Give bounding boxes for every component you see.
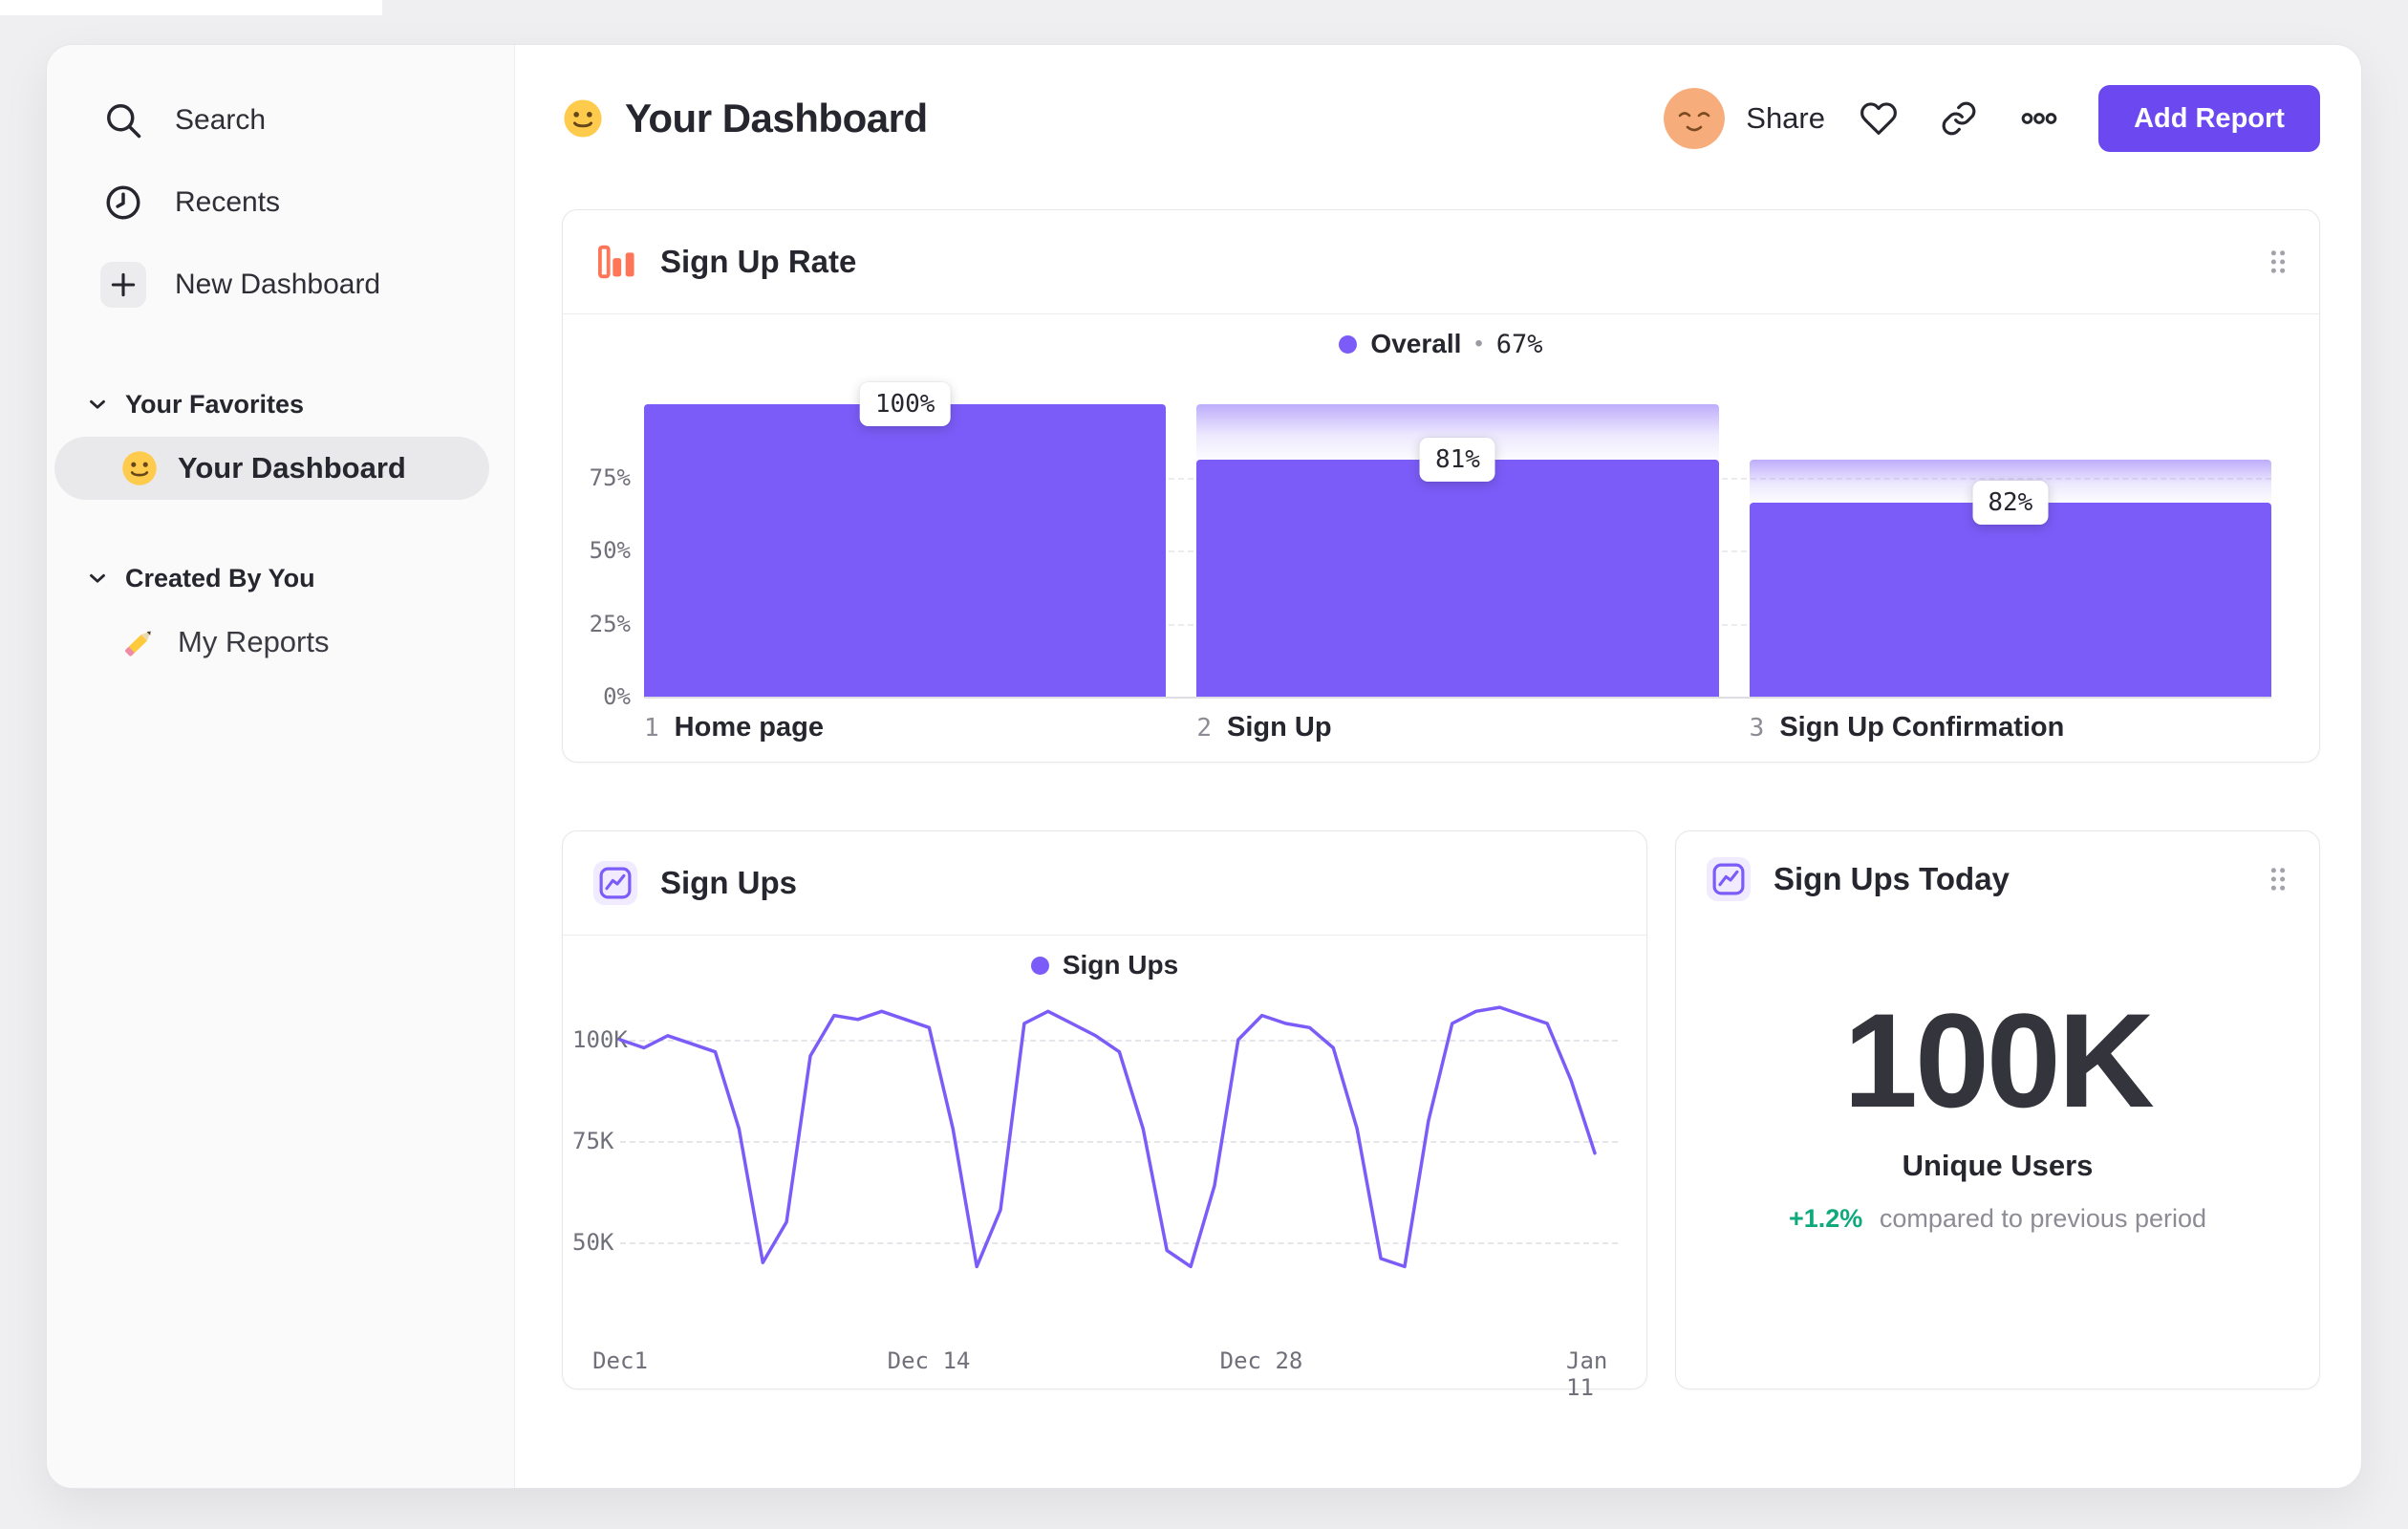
favorite-heart-button[interactable]: [1852, 92, 1905, 145]
line-chart-icon: [1707, 857, 1751, 901]
funnel-bar-sign-up-confirmation[interactable]: 82%: [1749, 404, 2271, 697]
sign-ups-card: Sign Ups Sign Ups 100K 75K 50K Dec1 Dec …: [562, 830, 1647, 1401]
background-artifact: [0, 0, 382, 15]
legend-value: 67%: [1495, 329, 1543, 359]
ellipsis-icon: [2021, 113, 2057, 124]
more-options-button[interactable]: [2012, 92, 2066, 145]
stat-body: 100K Unique Users +1.2% compared to prev…: [1676, 994, 2319, 1234]
drag-handle-icon[interactable]: [2264, 862, 2292, 896]
sign-up-rate-card: Sign Up Rate Overall • 67% 75% 50% 25% 0…: [562, 209, 2320, 763]
share-button[interactable]: Share: [1746, 101, 1825, 136]
section-created-by-you[interactable]: Created By You: [47, 557, 514, 599]
sidebar-item-label: New Dashboard: [175, 269, 381, 300]
legend-dot: [1030, 956, 1049, 975]
plus-icon: [100, 262, 146, 308]
clock-icon: [100, 180, 146, 226]
bottom-cards-row: Sign Ups Sign Ups 100K 75K 50K Dec1 Dec …: [562, 830, 2320, 1401]
legend-dot: [1339, 334, 1358, 354]
funnel-bar-solid: [644, 404, 1167, 697]
step-name: Sign Up Confirmation: [1779, 712, 2065, 743]
sidebar-item-label: Search: [175, 104, 267, 136]
funnel-value-label: 82%: [1972, 480, 2049, 525]
add-report-button[interactable]: Add Report: [2098, 85, 2320, 152]
delta-row: +1.2% compared to previous period: [1676, 1204, 2319, 1234]
dashboard-title-wrap: Your Dashboard: [562, 96, 928, 141]
funnel-value-label: 81%: [1420, 438, 1495, 483]
x-axis-tick: Jan 11: [1566, 1347, 1608, 1401]
step-name: Home page: [674, 712, 824, 743]
card-header: Sign Up Rate: [563, 210, 2319, 314]
sidebar-item-label: Recents: [175, 186, 281, 218]
line-chart-icon: [593, 861, 637, 905]
funnel-bars: 100% 81% 82%: [644, 382, 2271, 697]
y-axis-tick: 0%: [603, 683, 631, 710]
link-icon: [1942, 101, 1976, 136]
sidebar: Search Recents New Dashboard Your Favori…: [47, 45, 515, 1488]
delta-value: +1.2%: [1788, 1204, 1863, 1233]
section-label: Your Favorites: [125, 389, 305, 419]
section-your-favorites[interactable]: Your Favorites: [47, 383, 514, 425]
funnel-bar-home-page[interactable]: 100%: [644, 382, 1167, 697]
dashboard-header: Your Dashboard Share Add Report: [562, 83, 2320, 154]
pencil-emoji-icon: [115, 617, 163, 666]
funnel-bar-sign-up[interactable]: 81%: [1196, 404, 1719, 697]
y-axis-tick: 50K: [572, 1229, 614, 1256]
card-header: Sign Ups: [563, 831, 1646, 936]
step-number: 3: [1749, 714, 1765, 743]
step-number: 1: [644, 714, 659, 743]
card-title: Sign Up Rate: [660, 244, 857, 279]
card-title: Sign Ups: [660, 865, 798, 900]
funnel-bar-solid: [1196, 460, 1719, 697]
step-label: 3 Sign Up Confirmation: [1750, 712, 2271, 743]
screen: Search Recents New Dashboard Your Favori…: [0, 0, 2408, 1529]
card-title: Sign Ups Today: [1774, 861, 2010, 896]
x-axis-tick: Dec 28: [1219, 1347, 1303, 1374]
y-axis-tick: 75K: [572, 1128, 614, 1154]
step-number: 2: [1196, 714, 1212, 743]
copy-link-button[interactable]: [1932, 92, 1986, 145]
user-avatar[interactable]: [1664, 88, 1726, 149]
legend-separator: •: [1474, 331, 1483, 356]
smiley-emoji-icon: [120, 449, 159, 487]
main-content: Your Dashboard Share Add Report Sign Up …: [515, 45, 2361, 1488]
section-label: Created By You: [125, 563, 315, 592]
drag-handle-icon[interactable]: [2264, 245, 2292, 279]
sign-ups-today-card: Sign Ups Today 100K Unique Users +1.2% c…: [1675, 830, 2320, 1389]
chevron-down-icon: [90, 399, 105, 409]
funnel-chart-icon: [593, 240, 637, 284]
card-header: Sign Ups Today: [1676, 831, 2319, 927]
funnel-plot: 75% 50% 25% 0% 100% 81% 82%: [590, 382, 2271, 710]
sidebar-item-label: My Reports: [178, 625, 330, 658]
sidebar-item-new-dashboard[interactable]: New Dashboard: [47, 244, 514, 326]
funnel-step-labels: 1 Home page 2 Sign Up 3 Sign Up Confirma…: [644, 712, 2271, 743]
sidebar-item-your-dashboard[interactable]: Your Dashboard: [54, 437, 489, 500]
sidebar-item-recents[interactable]: Recents: [47, 162, 514, 244]
search-icon: [100, 97, 146, 143]
funnel-legend: Overall • 67%: [563, 320, 2319, 368]
sidebar-item-search[interactable]: Search: [47, 79, 514, 162]
x-axis-tick: Dec1: [592, 1347, 648, 1374]
unique-users-value: 100K: [1843, 985, 2155, 1135]
sign-ups-line-chart[interactable]: [616, 975, 1623, 1300]
header-actions: Share Add Report: [1664, 85, 2320, 152]
y-axis-tick: 75%: [589, 463, 631, 491]
unique-users-label: Unique Users: [1902, 1149, 2094, 1182]
app-window: Search Recents New Dashboard Your Favori…: [46, 44, 2362, 1489]
step-label: 1 Home page: [644, 712, 1166, 743]
funnel-value-label: 100%: [859, 382, 951, 426]
funnel-bar-solid: [1749, 502, 2271, 697]
x-axis-tick: Dec 14: [887, 1347, 971, 1374]
legend-label: Overall: [1370, 329, 1462, 358]
delta-caption: compared to previous period: [1879, 1204, 2207, 1233]
sidebar-item-label: Your Dashboard: [178, 451, 406, 485]
page-title: Your Dashboard: [625, 96, 928, 140]
step-name: Sign Up: [1226, 712, 1332, 743]
y-axis-tick: 50%: [589, 537, 631, 564]
smiley-emoji-icon: [562, 97, 604, 140]
step-label: 2 Sign Up: [1196, 712, 1718, 743]
heart-icon: [1860, 102, 1897, 135]
sidebar-item-my-reports[interactable]: My Reports: [54, 611, 489, 674]
y-axis-tick: 25%: [589, 610, 631, 637]
chevron-down-icon: [90, 573, 105, 583]
